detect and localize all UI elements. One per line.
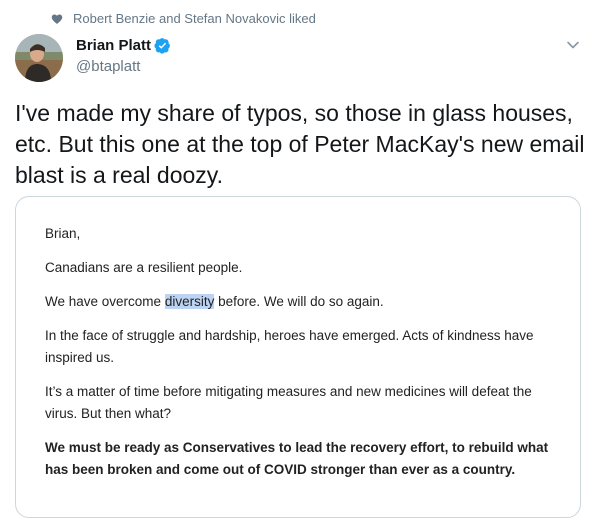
- email-greeting: Brian,: [45, 226, 81, 241]
- heart-icon: [51, 13, 63, 25]
- highlighted-word: diversity: [164, 294, 215, 309]
- tweet-media-image[interactable]: Brian, Canadians are a resilient people.…: [15, 196, 581, 518]
- chevron-down-icon[interactable]: [566, 38, 580, 52]
- email-line: It’s a matter of time before mitigating …: [45, 384, 532, 421]
- email-text: before. We will do so again.: [214, 294, 384, 309]
- email-line: Canadians are a resilient people.: [45, 260, 243, 275]
- avatar[interactable]: [15, 34, 63, 82]
- email-line: In the face of struggle and hardship, he…: [45, 328, 534, 365]
- author-handle[interactable]: @btaplatt: [76, 58, 140, 75]
- email-bold-paragraph: We must be ready as Conservatives to lea…: [45, 440, 549, 477]
- verified-badge-icon: [154, 37, 171, 54]
- author-display-name[interactable]: Brian Platt: [76, 37, 151, 54]
- email-text: We have overcome: [45, 294, 165, 309]
- social-context[interactable]: Robert Benzie and Stefan Novakovic liked: [51, 11, 316, 26]
- author-name-row[interactable]: Brian Platt: [76, 37, 171, 54]
- social-context-text: Robert Benzie and Stefan Novakovic liked: [73, 11, 316, 26]
- tweet-text: I've made my share of typos, so those in…: [15, 100, 585, 188]
- email-line-overcome: We have overcome diversity before. We wi…: [45, 291, 384, 313]
